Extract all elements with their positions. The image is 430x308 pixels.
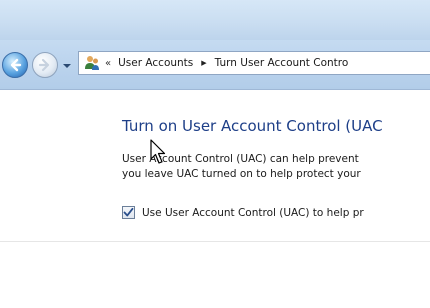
description-line: you leave UAC turned on to help protect … [122, 168, 361, 180]
content-pane: Turn on User Account Control (UAC User A… [0, 91, 430, 308]
page-title: Turn on User Account Control (UAC [122, 117, 383, 135]
user-accounts-icon [85, 56, 99, 70]
back-button[interactable] [2, 52, 28, 78]
checkmark-icon [123, 207, 134, 217]
chevron-down-icon [63, 64, 71, 68]
divider [0, 241, 430, 242]
back-arrow-icon [10, 58, 22, 72]
breadcrumb-turn-uac[interactable]: Turn User Account Contro [215, 57, 349, 69]
breadcrumb-overflow-button[interactable]: « [105, 58, 111, 69]
breadcrumb-separator-icon[interactable]: ▶ [201, 59, 206, 67]
uac-checkbox[interactable] [122, 206, 135, 219]
window-title-bar [0, 0, 430, 40]
mouse-pointer-icon [150, 139, 166, 164]
uac-option-row[interactable]: Use User Account Control (UAC) to help p… [122, 206, 364, 219]
recent-pages-button[interactable] [61, 60, 73, 72]
forward-button[interactable] [32, 52, 58, 78]
breadcrumb-user-accounts[interactable]: User Accounts [118, 57, 193, 69]
forward-arrow-icon [38, 58, 50, 72]
address-bar[interactable]: « User Accounts ▶ Turn User Account Cont… [78, 51, 430, 75]
uac-checkbox-label[interactable]: Use User Account Control (UAC) to help p… [142, 207, 364, 219]
